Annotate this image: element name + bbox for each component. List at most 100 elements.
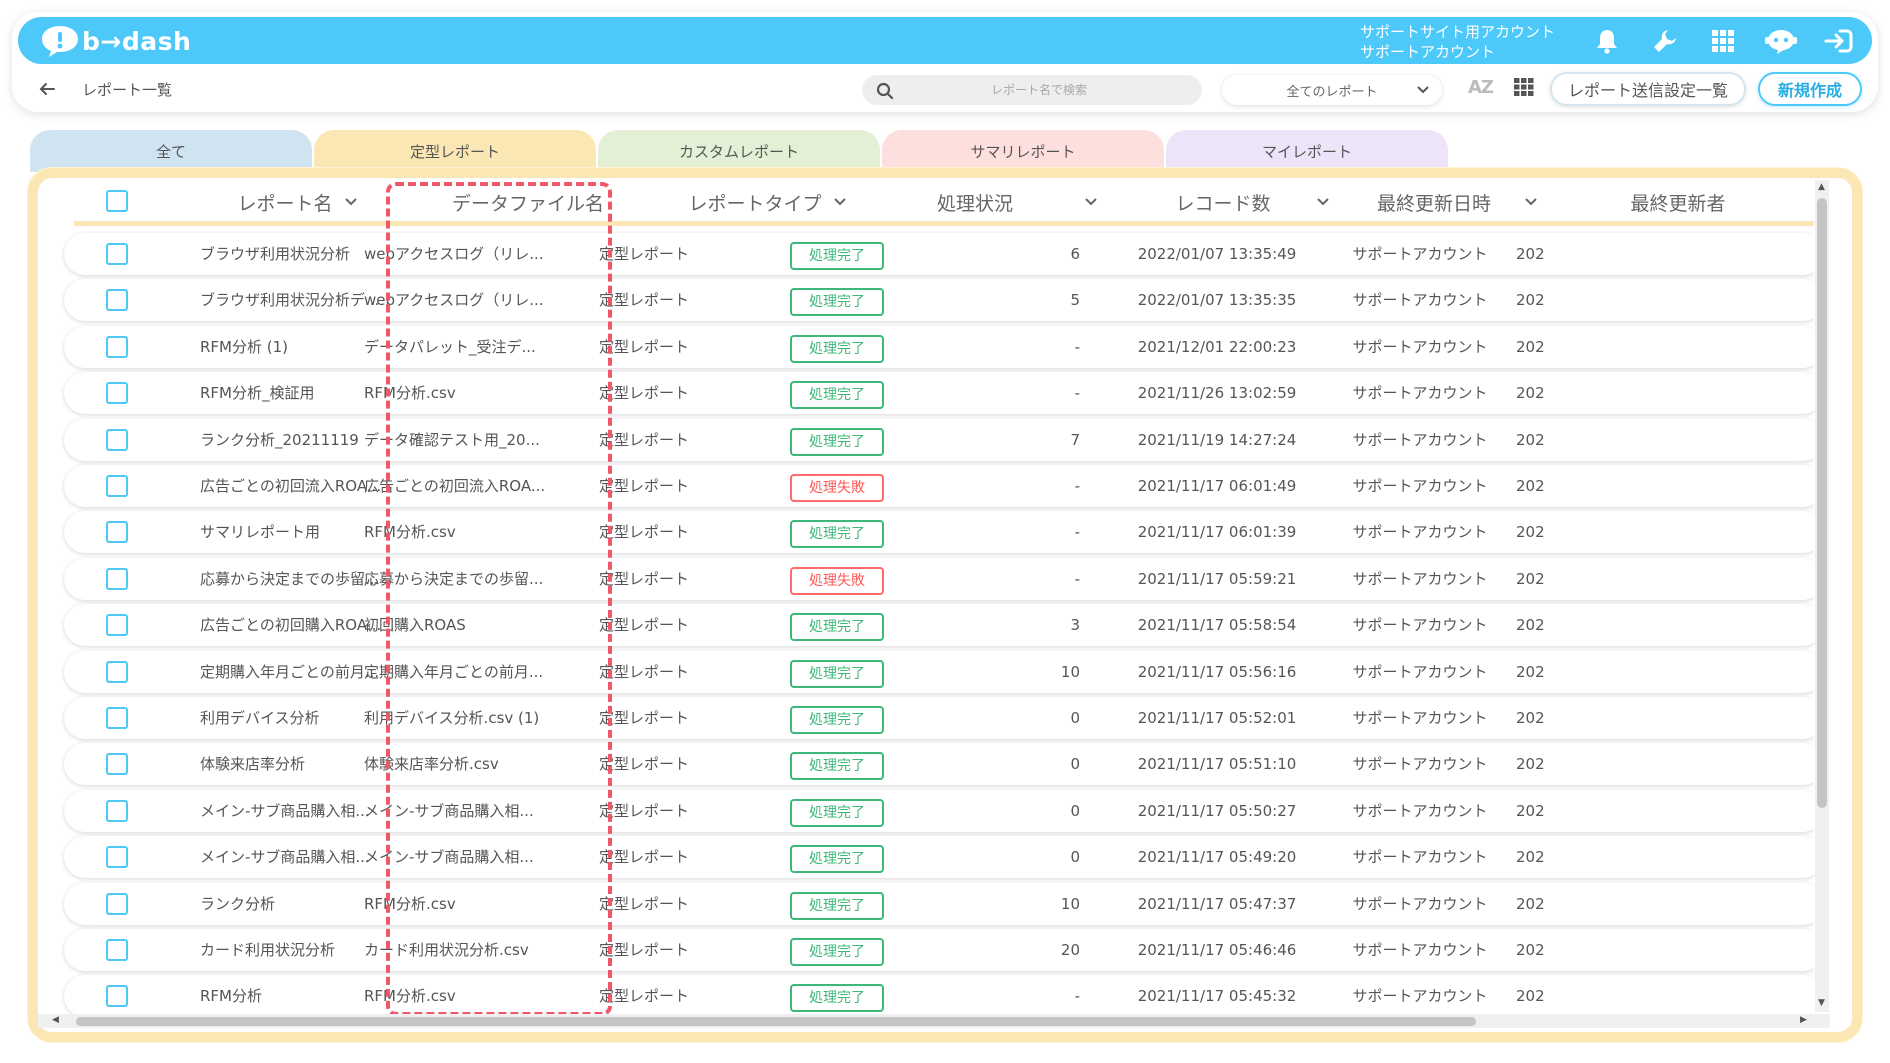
back-arrow-icon[interactable] bbox=[36, 78, 58, 100]
table-row[interactable]: メイン-サブ商品購入相... メイン-サブ商品購入相... 定型レポート 処理完了 0 2… bbox=[64, 836, 1814, 879]
row-checkbox[interactable] bbox=[106, 799, 128, 822]
table-row[interactable]: 広告ごとの初回流入ROA... 広告ごとの初回流入ROA... 定型レポート 処理失敗… bbox=[64, 465, 1814, 507]
sort-chevron-icon[interactable] bbox=[832, 196, 848, 208]
report-name[interactable]: ブラウザ利用状況分析デ... bbox=[200, 279, 382, 321]
report-name[interactable]: 広告ごとの初回購入ROA... bbox=[200, 604, 382, 646]
last-updated-at: 2021/11/17 05:56:16 bbox=[1137, 662, 1297, 681]
tab-summary-report[interactable]: サマリレポート bbox=[882, 130, 1164, 172]
horizontal-scroll-thumb[interactable] bbox=[76, 1017, 1476, 1026]
row-checkbox[interactable] bbox=[106, 753, 128, 776]
row-checkbox[interactable] bbox=[106, 567, 128, 590]
report-name[interactable]: ランク分析 bbox=[200, 883, 382, 925]
report-name[interactable]: メイン-サブ商品購入相... bbox=[200, 836, 382, 878]
chat-bot-icon[interactable] bbox=[1752, 23, 1810, 59]
row-checkbox[interactable] bbox=[106, 614, 128, 637]
table-row[interactable]: 定期購入年月ごとの前月... 定期購入年月ごとの前月... 定型レポート 処理完了 10… bbox=[64, 650, 1814, 693]
logo[interactable]: b→dash bbox=[40, 23, 191, 59]
report-name[interactable]: ブラウザ利用状況分析 bbox=[200, 233, 382, 275]
wrench-icon[interactable] bbox=[1636, 23, 1694, 59]
last-updated-at: 2021/11/17 05:58:54 bbox=[1137, 616, 1297, 635]
table-row[interactable]: 体験来店率分析 体験来店率分析.csv 定型レポート 処理完了 0 2021/11/17 … bbox=[64, 743, 1814, 786]
report-name[interactable]: 利用デバイス分析 bbox=[200, 697, 382, 739]
table-row[interactable]: 広告ごとの初回購入ROA... 初回購入ROAS 定型レポート 処理完了 3 2021/1… bbox=[64, 604, 1814, 647]
scroll-down-arrow-icon[interactable]: ▼ bbox=[1818, 998, 1825, 1008]
tab-all[interactable]: 全て bbox=[30, 130, 312, 172]
status-badge: 処理完了 bbox=[790, 891, 884, 920]
table-row[interactable]: ブラウザ利用状況分析デ... webアクセスログ（リレ... 定型レポート 処理完了 5… bbox=[64, 279, 1814, 322]
status-badge: 処理失敗 bbox=[790, 566, 884, 595]
report-name[interactable]: RFM分析 (1) bbox=[200, 326, 382, 368]
scroll-right-arrow-icon[interactable]: ▶ bbox=[1800, 1015, 1807, 1025]
status-badge: 処理完了 bbox=[790, 334, 884, 363]
tab-custom-report[interactable]: カスタムレポート bbox=[598, 130, 880, 172]
grid-view-icon[interactable] bbox=[1514, 78, 1534, 100]
report-name[interactable]: ランク分析_20211119 bbox=[200, 419, 382, 461]
row-checkbox[interactable] bbox=[106, 985, 128, 1008]
row-checkbox[interactable] bbox=[106, 475, 128, 497]
table-row[interactable]: 利用デバイス分析 利用デバイス分析.csv (1) 定型レポート 処理完了 0 2021/… bbox=[64, 697, 1814, 739]
report-name[interactable]: サマリレポート用 bbox=[200, 511, 382, 553]
vertical-scroll-thumb[interactable] bbox=[1817, 198, 1827, 808]
sort-chevron-icon[interactable] bbox=[1315, 196, 1331, 208]
report-type: 定型レポート bbox=[598, 848, 689, 867]
vertical-scrollbar[interactable]: ▲ ▼ bbox=[1815, 180, 1829, 1012]
row-checkbox[interactable] bbox=[106, 243, 128, 265]
report-name[interactable]: 定期購入年月ごとの前月... bbox=[200, 651, 382, 693]
status-cell: 処理完了 bbox=[790, 891, 886, 920]
sort-chevron-icon[interactable] bbox=[1523, 196, 1539, 208]
row-checkbox[interactable] bbox=[106, 289, 128, 312]
search-input[interactable] bbox=[862, 75, 1202, 105]
row-checkbox[interactable] bbox=[106, 846, 128, 869]
table-row[interactable]: メイン-サブ商品購入相... メイン-サブ商品購入相... 定型レポート 処理完了 0 2… bbox=[64, 789, 1814, 832]
scroll-left-arrow-icon[interactable]: ◀ bbox=[52, 1015, 59, 1025]
report-type: 定型レポート bbox=[598, 337, 689, 356]
table-row[interactable]: カード利用状況分析 カード利用状況分析.csv 定型レポート 処理完了 20 2021/1… bbox=[64, 929, 1814, 971]
record-count: 5 bbox=[1070, 291, 1080, 310]
scroll-up-arrow-icon[interactable]: ▲ bbox=[1818, 182, 1825, 192]
tab-my-report[interactable]: マイレポート bbox=[1166, 130, 1448, 172]
status-badge: 処理完了 bbox=[790, 242, 884, 270]
row-checkbox[interactable] bbox=[106, 660, 128, 683]
sort-chevron-icon[interactable] bbox=[343, 196, 359, 208]
report-send-settings-button[interactable]: レポート送信設定一覧 bbox=[1550, 72, 1746, 106]
row-checkbox[interactable] bbox=[106, 382, 128, 405]
report-name[interactable]: RFM分析_検証用 bbox=[200, 372, 382, 414]
select-all-checkbox[interactable] bbox=[106, 190, 128, 212]
report-name[interactable]: 応募から決定までの歩留... bbox=[200, 558, 382, 600]
table-row[interactable]: RFM分析_検証用 RFM分析.csv 定型レポート 処理完了 - 2021/11/26 … bbox=[64, 372, 1814, 415]
row-checkbox[interactable] bbox=[106, 707, 128, 729]
row-checkbox[interactable] bbox=[106, 892, 128, 915]
horizontal-scrollbar[interactable]: ◀ ▶ bbox=[38, 1014, 1830, 1028]
report-name[interactable]: カード利用状況分析 bbox=[200, 929, 382, 971]
logout-icon[interactable] bbox=[1810, 23, 1868, 59]
status-badge: 処理完了 bbox=[790, 984, 884, 1013]
report-name[interactable]: RFM分析 bbox=[200, 975, 382, 1014]
report-name[interactable]: 体験来店率分析 bbox=[200, 743, 382, 785]
last-updated-by: サポートアカウント bbox=[1352, 569, 1488, 588]
table-row[interactable]: RFM分析 (1) データパレット_受注デ... 定型レポート 処理完了 - 2021/1… bbox=[64, 325, 1814, 368]
status-badge: 処理完了 bbox=[790, 706, 884, 734]
sort-az-icon[interactable]: AZ bbox=[1468, 77, 1494, 98]
report-name[interactable]: メイン-サブ商品購入相... bbox=[200, 790, 382, 832]
tab-standard-report[interactable]: 定型レポート bbox=[314, 130, 596, 172]
new-report-button[interactable]: 新規作成 bbox=[1758, 72, 1862, 106]
table-row[interactable]: RFM分析 RFM分析.csv 定型レポート 処理完了 - 2021/11/17 05:4… bbox=[64, 975, 1814, 1014]
sort-chevron-icon[interactable] bbox=[1083, 196, 1099, 208]
row-checkbox[interactable] bbox=[106, 428, 128, 451]
apps-grid-icon[interactable] bbox=[1694, 23, 1752, 59]
row-checkbox[interactable] bbox=[106, 335, 128, 358]
bell-icon[interactable] bbox=[1578, 23, 1636, 59]
report-name[interactable]: 広告ごとの初回流入ROA... bbox=[200, 465, 382, 507]
account-info[interactable]: サポートサイト用アカウント サポートアカウント bbox=[1360, 22, 1555, 62]
last-updated-at: 2021/11/19 14:27:24 bbox=[1137, 430, 1297, 449]
table-row[interactable]: ブラウザ利用状況分析 webアクセスログ（リレ... 定型レポート 処理完了 6 2022… bbox=[64, 233, 1814, 275]
report-type: 定型レポート bbox=[598, 616, 689, 635]
row-checkbox[interactable] bbox=[106, 521, 128, 544]
table-row[interactable]: サマリレポート用 RFM分析.csv 定型レポート 処理完了 - 2021/11/17 0… bbox=[64, 511, 1814, 554]
row-checkbox[interactable] bbox=[106, 939, 128, 961]
table-row[interactable]: ランク分析 RFM分析.csv 定型レポート 処理完了 10 2021/11/17 05:… bbox=[64, 882, 1814, 925]
table-row[interactable]: 応募から決定までの歩留... 応募から決定までの歩留... 定型レポート 処理失敗 - 2… bbox=[64, 557, 1814, 600]
table-row[interactable]: ランク分析_20211119 データ確認テスト用_20... 定型レポート 処理完了 7… bbox=[64, 418, 1814, 461]
data-file-name: RFM分析.csv bbox=[364, 523, 456, 542]
report-filter-select[interactable]: 全てのレポート bbox=[1222, 75, 1442, 105]
